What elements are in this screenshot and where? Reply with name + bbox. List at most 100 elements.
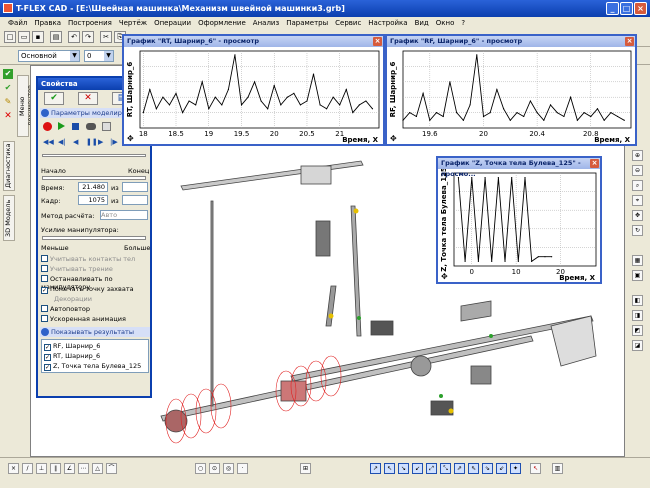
- result-z[interactable]: ✓ Z, Точка тела Булева_125: [44, 362, 141, 371]
- close-icon[interactable]: ×: [590, 159, 599, 168]
- maximize-button[interactable]: □: [620, 2, 633, 15]
- number-combo[interactable]: 0 ▼: [84, 50, 114, 62]
- pan-icon[interactable]: ✥: [441, 272, 448, 281]
- snap-tang-icon[interactable]: ⌒: [106, 463, 117, 474]
- menu-window[interactable]: Окно: [436, 19, 455, 27]
- force-slider[interactable]: [42, 236, 146, 240]
- step-back-icon[interactable]: ◀|: [58, 138, 66, 146]
- snap-icon[interactable]: ×: [8, 463, 19, 474]
- shade-icon[interactable]: ▣: [632, 270, 643, 281]
- result-rf[interactable]: ✓ RF, Шарнир_6: [44, 342, 100, 351]
- close-button[interactable]: ×: [634, 2, 647, 15]
- close-icon[interactable]: ×: [373, 37, 382, 46]
- play-back-icon[interactable]: ◀: [73, 138, 78, 146]
- play-forward-icon[interactable]: ▶: [98, 138, 103, 146]
- graph-window-z[interactable]: График "Z, Точка тела Булева_125" - прос…: [436, 156, 602, 284]
- ok-check-icon[interactable]: ✔: [3, 69, 13, 79]
- dim-coord-icon[interactable]: ⇘: [482, 463, 493, 474]
- export-icon[interactable]: [102, 122, 111, 131]
- cube-top-icon[interactable]: ◨: [632, 310, 643, 321]
- menu-file[interactable]: Файл: [8, 19, 27, 27]
- frame-field[interactable]: 1075: [78, 195, 108, 205]
- new-file-icon[interactable]: □: [4, 31, 16, 43]
- time-total-field[interactable]: [122, 182, 148, 192]
- graph-window-rf[interactable]: График "RF, Шарнир_6" - просмотр × 19.6 20…: [385, 34, 637, 146]
- option-mark-grip[interactable]: ✓ Помечать точку захвата: [41, 285, 134, 294]
- menu-help[interactable]: ?: [461, 19, 465, 27]
- option-friction[interactable]: Учитывать трение: [41, 265, 113, 273]
- menu-view[interactable]: Вид: [415, 19, 429, 27]
- rewind-start-icon[interactable]: ◀◀: [43, 138, 54, 146]
- record-button-icon[interactable]: [43, 122, 52, 131]
- pan-icon[interactable]: ✥: [127, 134, 134, 143]
- menu-analysis[interactable]: Анализ: [253, 19, 279, 27]
- open-file-icon[interactable]: ▭: [18, 31, 30, 43]
- menu-parameters[interactable]: Параметры: [286, 19, 328, 27]
- zoom-window-icon[interactable]: ⌕: [632, 180, 643, 191]
- dim-base-icon[interactable]: ⇗: [454, 463, 465, 474]
- menu-service[interactable]: Сервис: [335, 19, 361, 27]
- dim-line-icon[interactable]: ↗: [370, 463, 381, 474]
- tab-diagnostics[interactable]: Диагностика: [3, 141, 15, 191]
- cube-side-icon[interactable]: ◪: [632, 340, 643, 351]
- step-forward-icon[interactable]: |▶: [110, 138, 118, 146]
- layer-icon[interactable]: ▥: [552, 463, 563, 474]
- option-contacts[interactable]: Учитывать контакты тел: [41, 255, 135, 263]
- camera-icon[interactable]: [86, 123, 96, 130]
- cancel-x-icon[interactable]: ✕: [3, 111, 13, 121]
- menu-drawing[interactable]: Чертёж: [119, 19, 147, 27]
- snap-point-icon[interactable]: ·: [237, 463, 248, 474]
- zoom-out-icon[interactable]: ⊖: [632, 165, 643, 176]
- frame-total-field[interactable]: [122, 195, 148, 205]
- ok-button[interactable]: ✔: [44, 92, 64, 105]
- menu-operations[interactable]: Операции: [154, 19, 191, 27]
- dim-tol-icon[interactable]: ⇙: [496, 463, 507, 474]
- undo-icon[interactable]: ↶: [68, 31, 80, 43]
- cube-front-icon[interactable]: ◩: [632, 325, 643, 336]
- pan-icon[interactable]: ✥: [390, 134, 397, 143]
- snap-perp-icon[interactable]: ⊥: [36, 463, 47, 474]
- cut-icon[interactable]: ✂: [100, 31, 112, 43]
- rotate-icon[interactable]: ↻: [632, 225, 643, 236]
- tab-3d-model[interactable]: 3D Модель: [3, 195, 15, 241]
- cube-view-icon[interactable]: ◧: [632, 295, 643, 306]
- snap-angle-icon[interactable]: ∠: [64, 463, 75, 474]
- dim-radius-icon[interactable]: ↘: [398, 463, 409, 474]
- view-combo[interactable]: Основной ▼: [18, 50, 80, 62]
- method-select[interactable]: Авто: [100, 210, 148, 220]
- snap-circle-icon[interactable]: ○: [195, 463, 206, 474]
- print-icon[interactable]: ▤: [50, 31, 62, 43]
- dim-arc-icon[interactable]: ⤢: [426, 463, 437, 474]
- cursor-n-icon[interactable]: ↖: [530, 463, 541, 474]
- graph-window-rt[interactable]: График "RT, Шарнир_6" - просмотр × 18 18.5…: [122, 34, 385, 146]
- menu-edit[interactable]: Правка: [34, 19, 61, 27]
- menu-construct[interactable]: Построения: [68, 19, 112, 27]
- redo-icon[interactable]: ↷: [82, 31, 94, 43]
- range-slider[interactable]: [42, 176, 146, 180]
- stop-button-icon[interactable]: [72, 123, 79, 130]
- tab-document-menu[interactable]: Меню документов: [17, 75, 34, 137]
- snap-line-icon[interactable]: ∕: [22, 463, 33, 474]
- snap-dotline-icon[interactable]: ⋯: [78, 463, 89, 474]
- close-icon[interactable]: ×: [625, 37, 634, 46]
- zoom-all-icon[interactable]: ⌖: [632, 195, 643, 206]
- dim-angle-icon[interactable]: ↖: [384, 463, 395, 474]
- timeline-slider[interactable]: [42, 154, 146, 157]
- dim-diam-icon[interactable]: ↙: [412, 463, 423, 474]
- save-icon[interactable]: ▪: [32, 31, 44, 43]
- view-icon[interactable]: ▦: [632, 255, 643, 266]
- result-rt[interactable]: ✓ RT, Шарнир_6: [44, 352, 100, 361]
- play-button-icon[interactable]: [58, 122, 65, 130]
- snap-tri-icon[interactable]: △: [92, 463, 103, 474]
- snap-quad-icon[interactable]: ◎: [223, 463, 234, 474]
- option-autorepeat[interactable]: Автоповтор: [41, 305, 90, 313]
- tools-icon[interactable]: ✎: [3, 97, 13, 107]
- time-field[interactable]: 21.480: [78, 182, 108, 192]
- pan-icon[interactable]: ✥: [632, 210, 643, 221]
- cancel-button[interactable]: ✕: [78, 92, 98, 105]
- dim-offset-icon[interactable]: ⇖: [468, 463, 479, 474]
- pause-icon[interactable]: ❚❚: [86, 138, 98, 146]
- snap-parallel-icon[interactable]: ∥: [50, 463, 61, 474]
- zoom-in-icon[interactable]: ⊕: [632, 150, 643, 161]
- menu-design[interactable]: Оформление: [198, 19, 246, 27]
